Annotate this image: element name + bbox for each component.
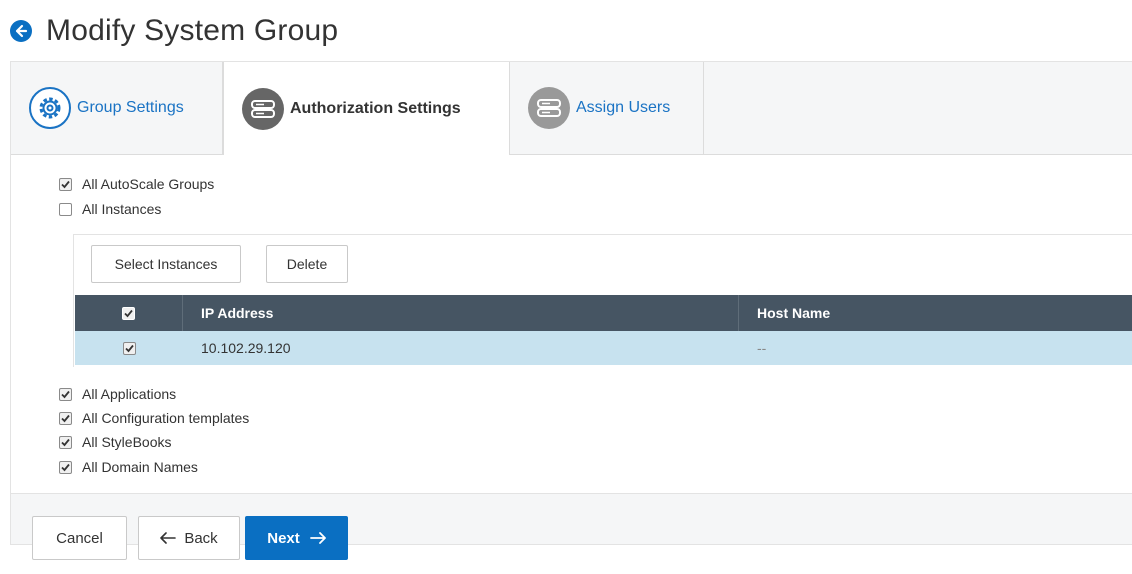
table-header: IP Address Host Name [75, 295, 1132, 331]
back-arrow-icon[interactable] [10, 20, 32, 42]
all-stylebooks-option[interactable]: All StyleBooks [59, 434, 171, 450]
all-instances-option[interactable]: All Instances [59, 201, 161, 217]
all-domain-names-checkbox[interactable] [59, 460, 72, 474]
all-applications-label: All Applications [82, 386, 177, 402]
instances-table: IP Address Host Name 10.102.29.120 -- [75, 295, 1132, 365]
arrow-right-icon [309, 532, 326, 544]
column-header-host[interactable]: Host Name [739, 295, 1132, 331]
arrow-left-icon [160, 532, 177, 544]
host-name-cell: -- [757, 340, 767, 356]
tab-assign-users[interactable]: Assign Users [510, 62, 704, 154]
autoscale-groups-option[interactable]: All AutoScale Groups [59, 176, 214, 192]
tab-label: Authorization Settings [290, 99, 461, 117]
tab-authorization-settings[interactable]: Authorization Settings [223, 62, 510, 155]
autoscale-groups-checkbox[interactable] [59, 177, 72, 191]
table-row[interactable]: 10.102.29.120 -- [75, 331, 1132, 365]
back-button[interactable]: Back [138, 516, 240, 560]
all-stylebooks-checkbox[interactable] [59, 435, 72, 449]
all-domain-names-label: All Domain Names [82, 459, 198, 475]
gear-icon [29, 87, 71, 129]
tab-label: Assign Users [576, 99, 671, 116]
wizard-panel: Group Settings Authorization Settings As… [10, 61, 1132, 560]
tab-label: Group Settings [77, 99, 184, 116]
select-all-cell [75, 295, 183, 331]
server-icon [242, 87, 284, 130]
ip-address-cell: 10.102.29.120 [201, 340, 291, 356]
next-button[interactable]: Next [245, 516, 348, 560]
back-button-label: Back [184, 529, 218, 547]
all-applications-checkbox[interactable] [59, 387, 72, 401]
select-instances-button[interactable]: Select Instances [91, 245, 241, 283]
authorization-content: All AutoScale Groups All Instances Selec… [11, 155, 1132, 544]
all-config-templates-option[interactable]: All Configuration templates [59, 410, 249, 426]
instances-panel: Select Instances Delete IP Address Host … [73, 234, 1132, 367]
tab-group-settings[interactable]: Group Settings [11, 62, 223, 154]
all-config-templates-label: All Configuration templates [82, 410, 250, 426]
autoscale-groups-label: All AutoScale Groups [82, 176, 215, 192]
wizard-tabs: Group Settings Authorization Settings As… [11, 62, 1132, 155]
all-config-templates-checkbox[interactable] [59, 411, 72, 425]
next-button-label: Next [267, 529, 300, 547]
row-checkbox[interactable] [122, 341, 136, 355]
column-header-ip[interactable]: IP Address [183, 295, 739, 331]
cancel-button[interactable]: Cancel [32, 516, 127, 560]
select-all-checkbox[interactable] [122, 306, 135, 320]
wizard-footer: Cancel Back Next [11, 493, 1132, 560]
all-domain-names-option[interactable]: All Domain Names [59, 459, 198, 475]
all-instances-label: All Instances [82, 201, 162, 217]
all-instances-checkbox[interactable] [59, 202, 72, 216]
all-stylebooks-label: All StyleBooks [82, 434, 172, 450]
page-header: Modify System Group [10, 10, 338, 52]
all-applications-option[interactable]: All Applications [59, 386, 176, 402]
delete-button[interactable]: Delete [266, 245, 348, 283]
server-icon [528, 87, 570, 129]
row-select-cell [75, 331, 183, 365]
page-title: Modify System Group [46, 14, 339, 47]
